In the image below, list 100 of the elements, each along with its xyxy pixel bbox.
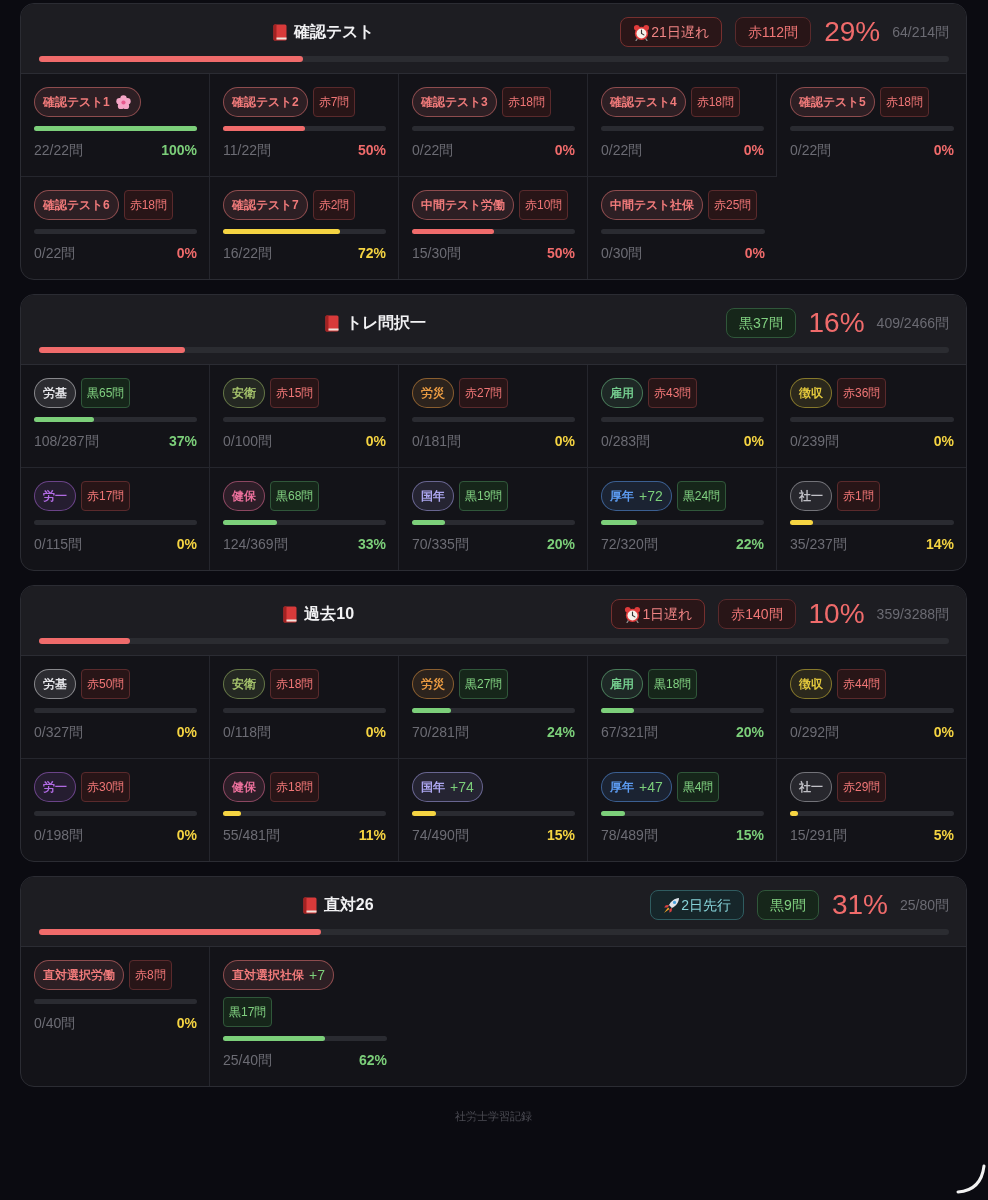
progress-count: 74/490問 [412, 827, 469, 843]
subject-name: 労基 [43, 384, 67, 402]
progress-count: 0/22問 [34, 245, 76, 261]
progress-percent: 15% [735, 827, 764, 843]
progress-count: 0/239問 [790, 433, 840, 449]
delay-label: 1日遅れ [642, 607, 693, 621]
subject-name: 徴収 [799, 384, 823, 402]
progress-count: 0/327問 [34, 724, 84, 740]
subject-name: 労災 [421, 384, 445, 402]
progress-percent: 33% [357, 536, 386, 552]
subject-name: 安衛 [232, 384, 256, 402]
subject-name: 確認テスト7 [232, 196, 299, 214]
subject-name: 確認テスト6 [43, 196, 110, 214]
subject-name: 徴収 [799, 675, 823, 693]
progress-count: 409/2466問 [876, 315, 949, 331]
progress-percent: 100% [161, 142, 197, 158]
progress-count: 0/40問 [34, 1015, 76, 1031]
progress-count: 0/181問 [412, 433, 462, 449]
progress-count: 25/80問 [899, 897, 949, 913]
count-badge: 赤18問 [270, 669, 320, 699]
progress-count: 0/22問 [412, 142, 454, 158]
bonus-count: +47 [639, 779, 663, 795]
progress-percent: 0% [933, 724, 954, 740]
subject-name: 中間テスト社保 [610, 196, 694, 214]
subject-name: 雇用 [610, 675, 634, 693]
bonus-count: +7 [309, 967, 325, 983]
progress-count: 0/22問 [601, 142, 643, 158]
subject-name: 社一 [799, 778, 823, 796]
subject-name: 雇用 [610, 384, 634, 402]
count-badge: 赤44問 [837, 669, 887, 699]
progress-count: 78/489問 [601, 827, 658, 843]
progress-count: 0/100問 [223, 433, 273, 449]
subject-name: 確認テスト4 [610, 93, 677, 111]
progress-percent: 50% [546, 245, 575, 261]
count-badge: 赤15問 [270, 378, 320, 408]
progress-percent: 22% [735, 536, 764, 552]
progress-percent: 24% [546, 724, 575, 740]
progress-count: 35/237問 [790, 536, 847, 552]
count-badge: 黒19問 [459, 481, 509, 511]
subject-name: 健保 [232, 778, 256, 796]
progress-percent: 15% [546, 827, 575, 843]
subject-name: 社一 [799, 487, 823, 505]
progress-count: 16/22問 [223, 245, 273, 261]
count-badge: 黒17問 [223, 997, 273, 1027]
book-icon [272, 23, 287, 41]
count-badge: 赤2問 [312, 190, 356, 220]
progress-percent: 5% [933, 827, 954, 843]
progress-count: 55/481問 [223, 827, 280, 843]
count-badge: 赤112問 [734, 17, 812, 47]
subject-name: 国年 [421, 778, 445, 796]
book-icon [325, 314, 340, 332]
subject-name: 厚年 [610, 487, 634, 505]
progress-percent: 0% [743, 433, 764, 449]
count-badge: 黒4問 [676, 772, 720, 802]
progress-percent: 20% [546, 536, 575, 552]
book-icon [283, 605, 298, 623]
count-badge: 赤18問 [123, 190, 174, 220]
count-badge: 赤36問 [837, 378, 887, 408]
progress-percent: 0% [176, 1015, 197, 1031]
progress-percent: 10% [808, 599, 865, 629]
progress-percent: 50% [357, 142, 386, 158]
count-badge: 黒37問 [725, 308, 796, 338]
delay-label: 21日遅れ [651, 25, 709, 39]
course-title: トレ問択一 [346, 313, 427, 333]
progress-count: 0/118問 [223, 724, 271, 740]
count-badge: 赤27問 [459, 378, 509, 408]
progress-count: 15/291問 [790, 827, 847, 843]
progress-percent: 0% [176, 827, 197, 843]
progress-percent: 62% [358, 1052, 387, 1068]
progress-percent: 0% [176, 724, 197, 740]
subject-name: 確認テスト5 [799, 93, 866, 111]
count-badge: 赤1問 [837, 481, 880, 511]
progress-count: 25/40問 [223, 1052, 273, 1068]
progress-percent: 0% [554, 433, 575, 449]
count-badge: 赤17問 [81, 481, 131, 511]
progress-count: 15/30問 [412, 245, 462, 261]
progress-percent: 37% [168, 433, 197, 449]
count-badge: 黒65問 [81, 378, 131, 408]
subject-name: 確認テスト1 [43, 93, 110, 111]
count-badge: 赤140問 [718, 599, 796, 629]
count-badge: 赤10問 [519, 190, 569, 220]
subject-name: 労一 [43, 778, 67, 796]
subject-name: 厚年 [610, 778, 634, 796]
progress-count: 0/292問 [790, 724, 840, 740]
progress-percent: 16% [808, 308, 865, 338]
progress-count: 11/22問 [223, 142, 271, 158]
subject-name: 確認テスト2 [232, 93, 299, 111]
count-badge: 赤8問 [129, 960, 172, 990]
progress-count: 359/3288問 [876, 606, 949, 622]
progress-count: 64/214問 [892, 24, 949, 40]
progress-count: 0/22問 [790, 142, 832, 158]
progress-count: 67/321問 [601, 724, 658, 740]
progress-count: 124/369問 [223, 536, 288, 552]
lead-label: 2日先行 [681, 898, 732, 912]
progress-count: 70/335問 [412, 536, 469, 552]
count-badge: 黒9問 [757, 890, 819, 920]
progress-count: 0/198問 [34, 827, 84, 843]
subject-name: 労一 [43, 487, 67, 505]
progress-percent: 0% [176, 536, 197, 552]
course-title: 確認テスト [293, 22, 374, 42]
